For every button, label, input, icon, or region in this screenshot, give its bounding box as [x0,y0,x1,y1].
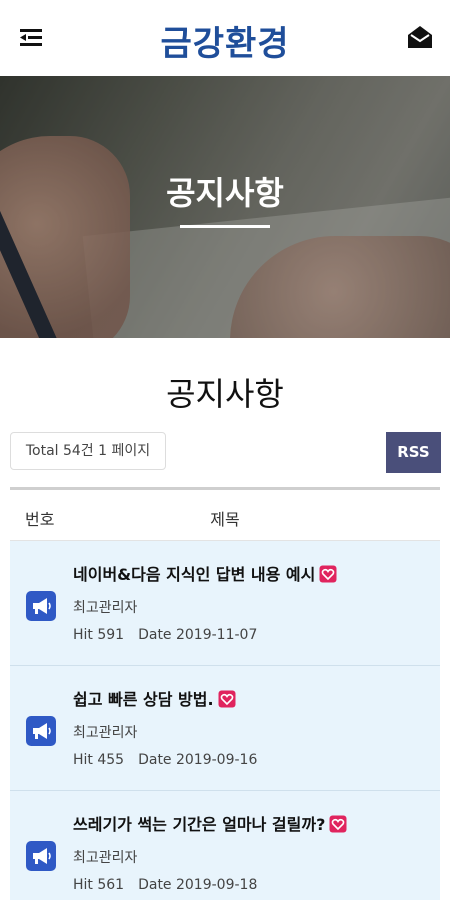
column-header-subject: 제목 [210,510,240,529]
post-date: Date 2019-09-18 [138,877,258,893]
hero-banner: 공지사항 [0,76,450,338]
mail-icon[interactable] [406,24,434,50]
post-date: Date 2019-09-16 [138,752,258,768]
rss-button[interactable]: RSS [386,432,441,473]
heart-icon [319,565,337,583]
post-title[interactable]: 쓰레기가 썩는 기간은 얼마나 걸릴까? [73,815,325,834]
post-meta: Hit 591 Date 2019-11-07 [73,627,257,643]
hero-title: 공지사항 [166,174,284,212]
megaphone-icon [26,841,56,871]
post-title-link[interactable]: 쉽고 빠른 상담 방법. [73,686,236,710]
post-title[interactable]: 쉽고 빠른 상담 방법. [73,690,214,709]
post-author: 최고관리자 [73,850,138,866]
post-author: 최고관리자 [73,725,138,741]
post-hit: Hit 591 [73,627,125,643]
site-logo[interactable]: 금강환경 [0,16,450,65]
post-title-link[interactable]: 쓰레기가 썩는 기간은 얼마나 걸릴까? [73,811,347,835]
table-row[interactable]: 쉽고 빠른 상담 방법. 최고관리자 Hit 455 Date 2019-09-1… [10,666,440,791]
total-count: Total 54건 1 페이지 [10,432,166,470]
table-row[interactable]: 네이버&다음 지식인 답변 내용 예시 최고관리자 Hit 591 Date 20… [10,541,440,666]
post-meta: Hit 561 Date 2019-09-18 [73,877,257,893]
megaphone-icon [26,591,56,621]
post-title[interactable]: 네이버&다음 지식인 답변 내용 예시 [73,565,315,584]
heart-icon [329,815,347,833]
notice-table: 번호 제목 네이버&다음 지식인 답변 내용 예시 최고관리자 Hit 591 D… [10,487,440,900]
app-header: 금강환경 [0,0,450,76]
post-hit: Hit 455 [73,752,125,768]
table-header: 번호 제목 [10,487,440,541]
heart-icon [218,690,236,708]
page-title: 공지사항 [166,375,284,413]
hero-underline [180,225,270,228]
table-row[interactable]: 쓰레기가 썩는 기간은 얼마나 걸릴까? 최고관리자 Hit 561 Date 2… [10,791,440,900]
post-date: Date 2019-11-07 [138,627,258,643]
post-author: 최고관리자 [73,600,138,616]
megaphone-icon [26,716,56,746]
post-title-link[interactable]: 네이버&다음 지식인 답변 내용 예시 [73,561,337,585]
post-hit: Hit 561 [73,877,125,893]
post-meta: Hit 455 Date 2019-09-16 [73,752,257,768]
